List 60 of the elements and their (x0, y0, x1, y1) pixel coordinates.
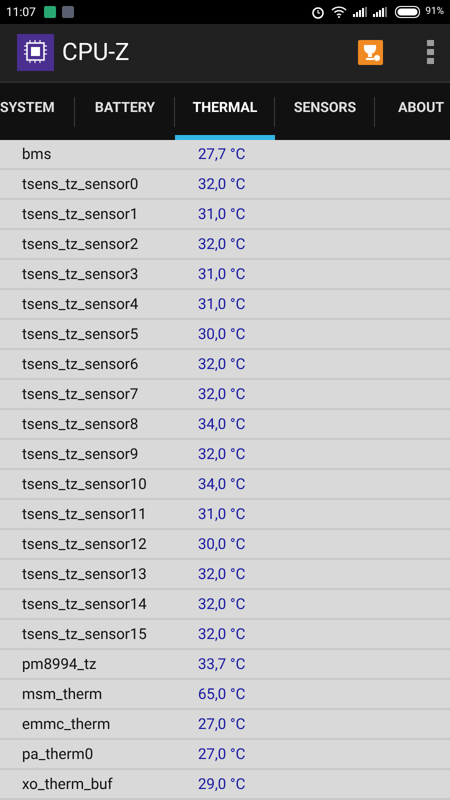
sensor-value: 32,0 °C (198, 564, 246, 585)
alarm-icon (311, 4, 326, 19)
sensor-name: tsens_tz_sensor9 (21, 444, 140, 465)
sensor-value: 32,0 °C (198, 384, 246, 405)
sensor-name: tsens_tz_sensor8 (21, 414, 140, 435)
sensor-value: 32,0 °C (198, 594, 246, 615)
sensor-value: 29,0 °C (198, 774, 246, 795)
sensor-value: 32,0 °C (198, 624, 246, 645)
sensor-name: tsens_tz_sensor10 (21, 474, 148, 495)
trophy-icon[interactable] (358, 40, 383, 65)
sensor-name: pm8994_tz (21, 654, 98, 675)
sensor-value: 31,0 °C (198, 204, 246, 225)
tab[interactable]: SYSTEM (0, 82, 75, 140)
sensor-value: 30,0 °C (198, 324, 246, 345)
sensor-name: tsens_tz_sensor14 (21, 594, 148, 615)
sensor-name: tsens_tz_sensor6 (21, 354, 140, 375)
sensor-value: 65,0 °C (198, 684, 246, 705)
sensor-value: 27,0 °C (198, 744, 246, 765)
sensor-name: tsens_tz_sensor5 (21, 324, 140, 345)
sensor-value: 34,0 °C (198, 414, 246, 435)
chip-icon (17, 34, 54, 71)
sensor-name: tsens_tz_sensor12 (21, 534, 148, 555)
sensor-name: tsens_tz_sensor11 (21, 504, 148, 525)
sensor-name: tsens_tz_sensor0 (21, 174, 140, 195)
sensor-name: tsens_tz_sensor4 (21, 294, 140, 315)
sensor-value: 31,0 °C (198, 294, 246, 315)
sensor-name: pa_therm0 (21, 744, 94, 765)
battery-percent: 91% (425, 5, 444, 20)
sensor-value: 32,0 °C (198, 444, 246, 465)
battery-icon (395, 6, 422, 18)
sensor-value: 33,7 °C (198, 654, 246, 675)
sensor-name: tsens_tz_sensor7 (21, 384, 140, 405)
sensor-name: bms (21, 144, 52, 165)
sensor-value: 34,0 °C (198, 474, 246, 495)
sensor-value: 32,0 °C (198, 354, 246, 375)
sensor-name: emmc_therm (21, 714, 112, 735)
more-options-icon[interactable] (427, 40, 435, 65)
tab[interactable]: THERMAL (175, 82, 275, 140)
sensor-name: tsens_tz_sensor1 (21, 204, 140, 225)
sensor-value: 31,0 °C (198, 504, 246, 525)
sensor-name: tsens_tz_sensor15 (21, 624, 148, 645)
tab[interactable]: BATTERY (75, 82, 175, 140)
sensor-value: 27,0 °C (198, 714, 246, 735)
sensor-value: 32,0 °C (198, 234, 246, 255)
tab[interactable]: ABOUT (375, 82, 450, 140)
signal-icon (373, 6, 388, 17)
wifi-icon (331, 6, 348, 18)
sensor-value: 31,0 °C (198, 264, 246, 285)
app-title: CPU-Z (62, 37, 130, 68)
signal-icon (353, 6, 368, 17)
sensor-name: tsens_tz_sensor3 (21, 264, 140, 285)
sensor-name: msm_therm (21, 684, 104, 705)
status-time: 11:07 (6, 4, 36, 21)
sensor-name: tsens_tz_sensor2 (21, 234, 140, 255)
sensor-name: xo_therm_buf (21, 774, 114, 795)
tab[interactable]: SENSORS (275, 82, 375, 140)
sensor-value: 27,7 °C (198, 144, 246, 165)
sensor-name: tsens_tz_sensor13 (21, 564, 148, 585)
sensor-value: 32,0 °C (198, 174, 246, 195)
sensor-value: 30,0 °C (198, 534, 246, 555)
